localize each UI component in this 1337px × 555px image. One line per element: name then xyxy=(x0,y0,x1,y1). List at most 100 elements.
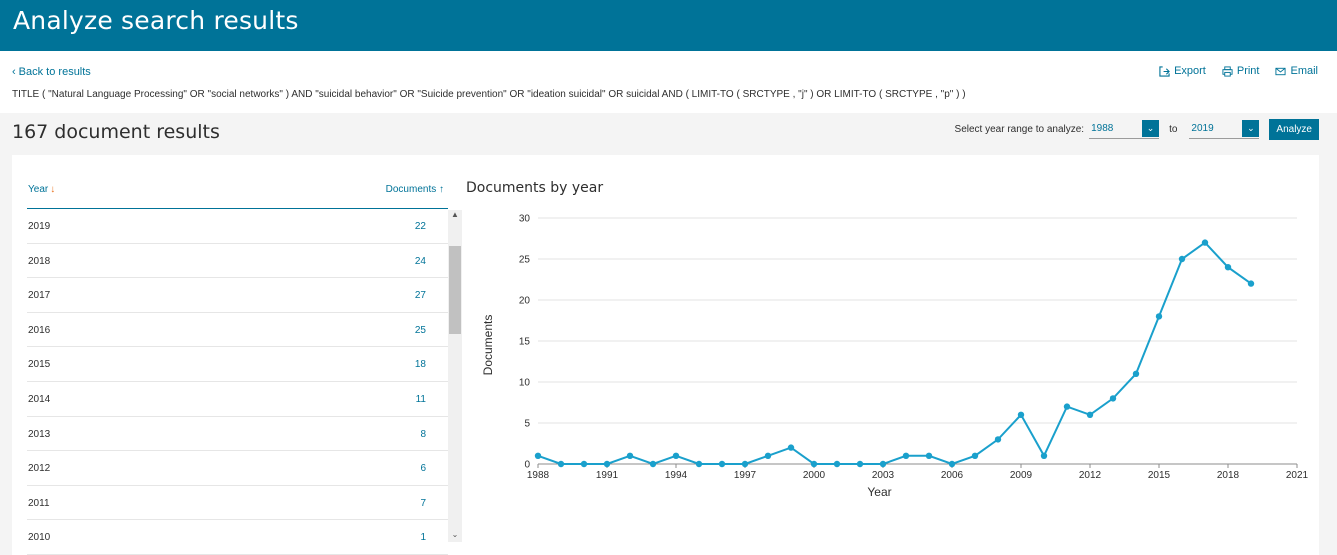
row-year: 2015 xyxy=(28,359,51,371)
scroll-up-icon[interactable]: ▲ xyxy=(448,210,462,224)
table-scrollbar[interactable]: ▲ ⌄ xyxy=(448,210,462,542)
row-year: 2018 xyxy=(28,255,51,267)
row-document-count-link[interactable]: 24 xyxy=(415,256,426,267)
data-point xyxy=(534,452,542,459)
row-year: 2013 xyxy=(28,428,51,440)
to-year-value: 2019 xyxy=(1191,123,1214,134)
email-label: Email xyxy=(1290,65,1318,77)
export-label: Export xyxy=(1174,65,1206,77)
export-icon xyxy=(1159,65,1170,77)
data-point xyxy=(626,452,634,459)
y-tick-label: 30 xyxy=(519,214,531,225)
query-bar: ‹ Back to results Export Print Email TITL… xyxy=(0,51,1337,113)
arrow-up-icon: ↑ xyxy=(439,184,444,195)
y-tick-label: 5 xyxy=(524,419,530,430)
y-tick-label: 0 xyxy=(524,460,530,471)
chevron-down-icon: ⌄ xyxy=(1242,120,1260,137)
print-icon xyxy=(1222,65,1233,77)
row-year: 2016 xyxy=(28,324,51,336)
y-tick-label: 15 xyxy=(519,337,531,348)
page-title: Analyze search results xyxy=(13,6,299,35)
data-point xyxy=(557,460,565,468)
documents-column-label: Documents xyxy=(385,184,437,195)
analysis-panel: Year ↓ Documents ↑ 2019 22 2018 24 2017 27 2016… xyxy=(12,155,1319,555)
analyze-button[interactable]: Analyze xyxy=(1269,119,1319,140)
x-tick-label: 2009 xyxy=(1010,470,1033,481)
data-point xyxy=(1201,239,1209,246)
data-point xyxy=(1178,255,1186,263)
x-axis-label: Year xyxy=(867,485,891,499)
data-point xyxy=(879,460,887,468)
table-row: 2014 11 xyxy=(27,382,448,417)
to-year-select[interactable]: 2019 ⌄ xyxy=(1189,120,1260,139)
x-tick-label: 2000 xyxy=(803,470,826,481)
year-range-controls: Select year range to analyze: 1988 ⌄ to … xyxy=(955,119,1319,140)
email-button[interactable]: Email xyxy=(1275,65,1318,77)
row-document-count-link[interactable]: 25 xyxy=(415,325,426,336)
table-body: 2019 22 2018 24 2017 27 2016 25 2015 18 2014 11 2013… xyxy=(27,209,448,555)
row-year: 2012 xyxy=(28,463,51,475)
row-document-count-link[interactable]: 18 xyxy=(415,359,426,370)
x-tick-label: 1988 xyxy=(527,470,550,481)
row-document-count-link[interactable]: 11 xyxy=(416,394,426,405)
data-point xyxy=(1247,280,1255,287)
scroll-down-icon[interactable]: ⌄ xyxy=(448,530,462,544)
table-row: 2019 22 xyxy=(27,209,448,244)
row-document-count-link[interactable]: 7 xyxy=(420,498,426,509)
header-bar: Analyze search results xyxy=(0,0,1337,51)
data-point xyxy=(1017,411,1025,418)
arrow-down-icon: ↓ xyxy=(50,184,56,195)
data-point xyxy=(948,460,956,468)
table-row: 2018 24 xyxy=(27,244,448,279)
data-point xyxy=(971,452,979,459)
data-point xyxy=(994,436,1002,443)
sort-by-year-header[interactable]: Year ↓ xyxy=(28,184,55,195)
data-point xyxy=(1155,313,1163,320)
data-point xyxy=(672,452,680,459)
data-point xyxy=(1109,395,1117,402)
table-row: 2015 18 xyxy=(27,347,448,382)
back-label: Back to results xyxy=(18,66,91,78)
year-table: Year ↓ Documents ↑ 2019 22 2018 24 2017 27 2016… xyxy=(27,177,462,555)
row-document-count-link[interactable]: 22 xyxy=(415,221,426,232)
search-query: TITLE ( "Natural Language Processing" OR… xyxy=(12,89,966,100)
data-point xyxy=(741,460,749,468)
table-row: 2011 7 xyxy=(27,486,448,521)
x-tick-label: 1997 xyxy=(734,470,757,481)
table-header: Year ↓ Documents ↑ xyxy=(27,177,448,209)
print-label: Print xyxy=(1236,65,1260,77)
print-button[interactable]: Print xyxy=(1222,65,1260,77)
row-document-count-link[interactable]: 6 xyxy=(420,463,426,474)
row-document-count-link[interactable]: 1 xyxy=(420,532,426,543)
data-point xyxy=(1040,452,1048,459)
sort-by-documents-header[interactable]: Documents ↑ xyxy=(386,184,444,195)
chevron-left-icon: ‹ xyxy=(12,66,16,78)
x-tick-label: 1991 xyxy=(596,470,619,481)
table-row: 2013 8 xyxy=(27,417,448,452)
chart-title: Documents by year xyxy=(466,180,604,196)
from-year-select[interactable]: 1988 ⌄ xyxy=(1089,120,1160,139)
year-column-label: Year xyxy=(28,184,49,195)
back-to-results-link[interactable]: ‹ Back to results xyxy=(12,66,91,78)
x-tick-label: 2021 xyxy=(1286,470,1309,481)
data-point xyxy=(695,460,703,468)
row-document-count-link[interactable]: 27 xyxy=(415,290,426,301)
row-year: 2019 xyxy=(28,221,51,232)
data-point xyxy=(787,444,795,451)
y-axis-label: Documents xyxy=(481,315,495,376)
scrollbar-thumb[interactable] xyxy=(449,246,461,334)
row-document-count-link[interactable]: 8 xyxy=(420,429,426,440)
to-label: to xyxy=(1169,124,1178,135)
series-line xyxy=(537,241,1252,466)
data-point xyxy=(1132,370,1140,377)
email-icon xyxy=(1275,67,1287,75)
x-tick-label: 2003 xyxy=(872,470,895,481)
data-point xyxy=(810,460,818,468)
export-button[interactable]: Export xyxy=(1159,65,1206,77)
data-point xyxy=(580,460,588,468)
row-year: 2011 xyxy=(28,497,50,509)
y-tick-label: 25 xyxy=(519,255,531,266)
y-tick-label: 10 xyxy=(519,378,531,389)
year-range-label: Select year range to analyze: xyxy=(954,124,1085,135)
chevron-down-icon: ⌄ xyxy=(1142,120,1160,137)
